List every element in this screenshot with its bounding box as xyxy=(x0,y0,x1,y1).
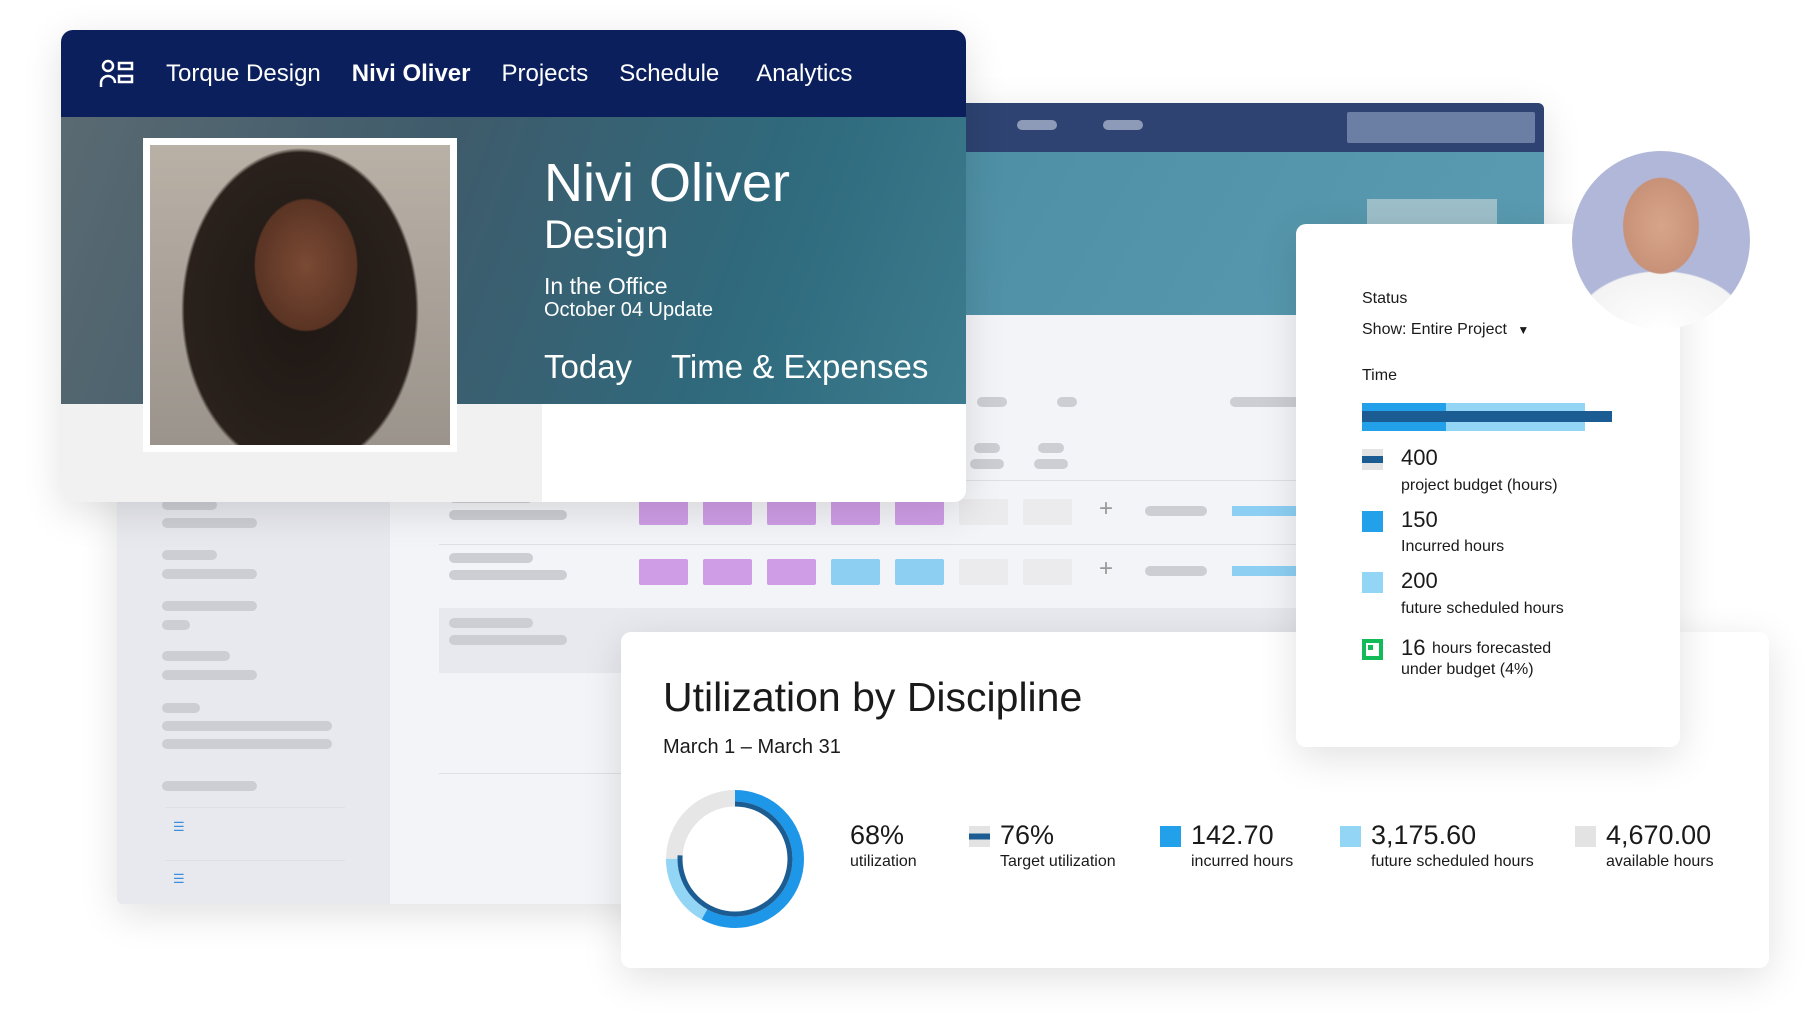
schedule-block[interactable] xyxy=(703,559,752,585)
dropdown-pill[interactable] xyxy=(1103,120,1143,130)
stat-incurred: 142.70 incurred hours xyxy=(1160,820,1293,871)
budget-value: 400 xyxy=(1401,445,1438,470)
forecast-label: hours forecasted xyxy=(1432,640,1552,657)
profile-photo xyxy=(143,138,457,452)
schedule-block[interactable] xyxy=(767,559,816,585)
schedule-block[interactable] xyxy=(959,559,1008,585)
future-swatch xyxy=(1340,826,1361,847)
future-value: 200 xyxy=(1401,568,1438,593)
stat-available: 4,670.00 available hours xyxy=(1575,820,1714,871)
show-filter-dropdown[interactable]: Show: Entire Project ▼ xyxy=(1362,321,1529,339)
nav-torque-design[interactable]: Torque Design xyxy=(166,60,321,88)
target-swatch xyxy=(969,826,990,847)
people-directory-icon[interactable] xyxy=(99,59,135,89)
future-swatch xyxy=(1362,572,1383,593)
schedule-block[interactable] xyxy=(895,559,944,585)
user-avatar xyxy=(1572,151,1750,329)
forecast-label-2: under budget (4%) xyxy=(1401,661,1534,678)
nav-analytics[interactable]: Analytics xyxy=(756,60,852,88)
nav-schedule[interactable]: Schedule xyxy=(619,60,719,88)
schedule-block[interactable] xyxy=(831,559,880,585)
tab-time-expenses[interactable]: Time & Expenses xyxy=(671,348,928,386)
schedule-block[interactable] xyxy=(639,499,688,525)
stat-future: 3,175.60 future scheduled hours xyxy=(1340,820,1534,871)
utilization-title: Utilization by Discipline xyxy=(663,674,1083,720)
schedule-block[interactable] xyxy=(831,499,880,525)
top-nav: Torque Design Nivi Oliver Projects Sched… xyxy=(61,30,966,117)
profile-card: Torque Design Nivi Oliver Projects Sched… xyxy=(61,30,966,502)
time-section-label: Time xyxy=(1362,367,1397,384)
incurred-label: Incurred hours xyxy=(1401,538,1505,555)
schedule-block[interactable] xyxy=(767,499,816,525)
available-swatch xyxy=(1575,826,1596,847)
profile-location: In the Office xyxy=(544,273,668,299)
schedule-block[interactable] xyxy=(703,499,752,525)
nav-projects[interactable]: Projects xyxy=(502,60,589,88)
list-icon: ☰ xyxy=(173,871,185,886)
dropdown-pill[interactable] xyxy=(1017,120,1057,130)
incurred-swatch xyxy=(1160,826,1181,847)
nav-nivi-oliver[interactable]: Nivi Oliver xyxy=(352,60,471,88)
plus-icon[interactable]: + xyxy=(1099,495,1113,523)
time-bar xyxy=(1362,403,1612,431)
profile-name: Nivi Oliver xyxy=(544,153,791,213)
stat-target: 76% Target utilization xyxy=(969,820,1116,871)
forecast-icon xyxy=(1362,639,1383,660)
search-box[interactable] xyxy=(1347,112,1535,143)
tab-today[interactable]: Today xyxy=(544,348,632,386)
future-label: future scheduled hours xyxy=(1401,600,1564,617)
profile-update: October 04 Update xyxy=(544,299,713,321)
schedule-block[interactable] xyxy=(1023,499,1072,525)
caret-down-icon: ▼ xyxy=(1517,323,1530,337)
budget-bar xyxy=(1362,411,1612,422)
incurred-value: 150 xyxy=(1401,507,1438,532)
schedule-block[interactable] xyxy=(639,559,688,585)
schedule-block[interactable] xyxy=(1023,559,1072,585)
budget-label: project budget (hours) xyxy=(1401,477,1558,494)
status-title: Status xyxy=(1362,290,1408,307)
list-icon: ☰ xyxy=(173,819,185,834)
schedule-block[interactable] xyxy=(895,499,944,525)
profile-department: Design xyxy=(544,213,669,257)
forecast-value: 16 xyxy=(1401,635,1426,660)
plus-icon[interactable]: + xyxy=(1099,555,1113,583)
utilization-donut xyxy=(666,790,804,928)
stat-utilization: 68% utilization xyxy=(850,820,917,870)
incurred-swatch xyxy=(1362,511,1383,532)
utilization-range: March 1 – March 31 xyxy=(663,736,841,758)
schedule-block[interactable] xyxy=(959,499,1008,525)
budget-swatch xyxy=(1362,449,1383,470)
